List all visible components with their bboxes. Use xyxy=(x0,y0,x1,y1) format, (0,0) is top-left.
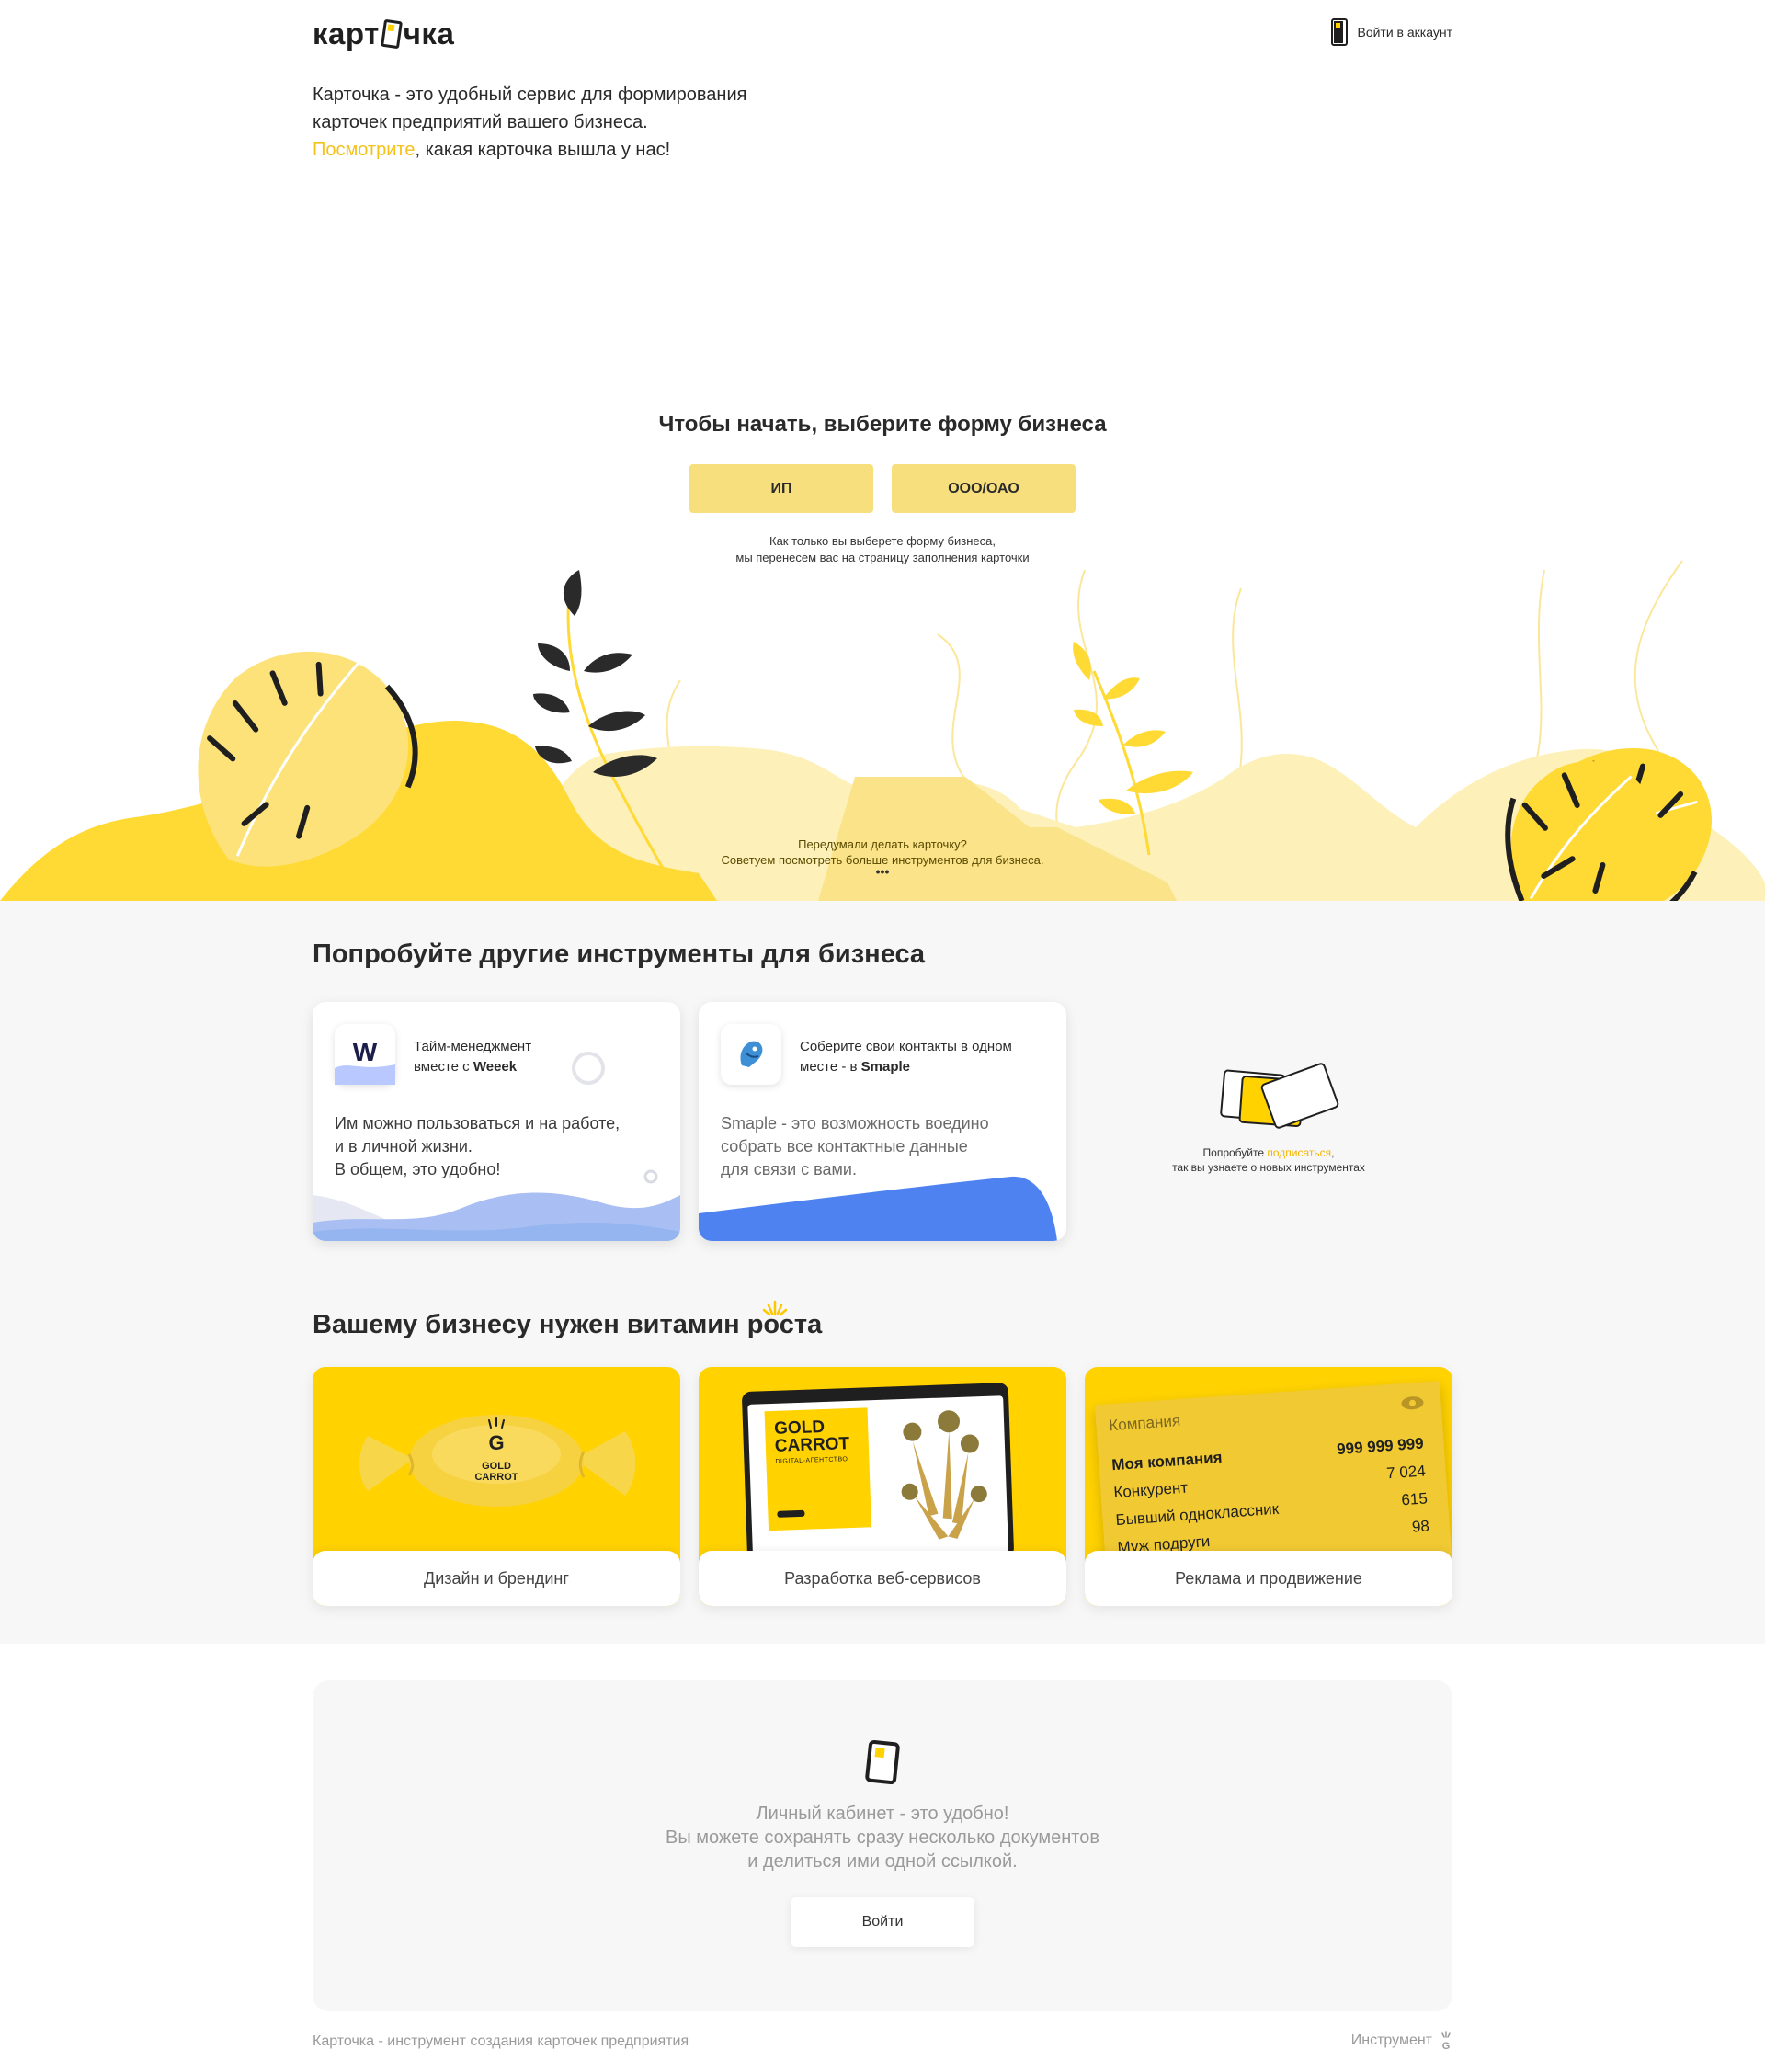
account-line-3: и делиться ими одной ссылкой. xyxy=(747,1851,1018,1872)
weeek-card[interactable]: W Тайм-менеджмент вместе с Weeek Им можн… xyxy=(313,1002,680,1241)
candy-illustration: G xyxy=(359,1415,636,1507)
login-button[interactable]: Войти xyxy=(791,1897,974,1947)
login-link[interactable]: Войти в аккаунт xyxy=(1331,18,1452,46)
smaple-heading: Соберите свои контакты в одном месте - в… xyxy=(800,1037,1057,1077)
rating-row-value: 98 xyxy=(1411,1517,1430,1536)
intro-line-1: Карточка - это удобный сервис для формир… xyxy=(313,85,747,105)
subscribe-line-2: так вы узнаете о новых инструментах xyxy=(1172,1161,1365,1174)
choose-title: Чтобы начать, выберите форму бизнеса xyxy=(658,412,1107,437)
rating-row-value: 615 xyxy=(1400,1489,1429,1509)
tools-title: Попробуйте другие инструменты для бизнес… xyxy=(313,939,926,969)
rating-table: Моя компания 999 999 999 Конкурент 7 024… xyxy=(1110,1430,1430,1562)
smaple-heading-line-2-text: месте - в xyxy=(800,1059,861,1075)
site-brand-sub: DIGITAL-АГЕНТСТВО xyxy=(775,1456,848,1465)
tool-logo-icon: G xyxy=(1441,2031,1451,2052)
rating-row-value: 7 024 xyxy=(1385,1462,1427,1483)
site-cta-button xyxy=(777,1509,805,1518)
header: карт чка Войти в аккаунт xyxy=(313,17,1452,53)
weeek-description-line-2: и в личной жизни. xyxy=(335,1137,473,1156)
smaple-description-line-1: Smaple - это возможность воедино xyxy=(721,1114,989,1133)
ooo-button[interactable]: ООО/ОАО xyxy=(892,464,1076,513)
candy-brand: GOLD CARROT xyxy=(460,1461,533,1483)
carrots-illustration xyxy=(901,1410,987,1540)
door-icon xyxy=(1331,18,1349,46)
vitamin-title-text: Вашему бизнесу нужен витамин роста xyxy=(313,1310,823,1339)
logo[interactable]: карт чка xyxy=(313,17,454,51)
vitamin-title: Вашему бизнесу нужен витамин роста xyxy=(313,1310,822,1340)
web-development-label: Разработка веб-сервисов xyxy=(699,1551,1066,1606)
page: карт чка Войти в аккаунт Карточка - это … xyxy=(0,0,1765,2072)
rating-header: Компания xyxy=(1108,1411,1181,1435)
sparkle-icon xyxy=(762,1300,788,1316)
smaple-card[interactable]: Соберите свои контакты в одном месте - в… xyxy=(699,1002,1066,1241)
subscribe-post: , xyxy=(1331,1146,1335,1159)
advertising-card[interactable]: Компания Моя компания 999 999 999 Конкур… xyxy=(1085,1367,1452,1606)
subscribe-teaser: Попробуйте подписаться, так вы узнаете о… xyxy=(1167,1062,1370,1175)
smaple-description-line-2: собрать все контактные данные xyxy=(721,1137,968,1156)
weeek-brand: Weeek xyxy=(473,1059,518,1075)
ip-button[interactable]: ИП xyxy=(689,464,873,513)
site-hero-block: GOLD CARROT DIGITAL-АГЕНТСТВО xyxy=(764,1407,871,1531)
candy-brand-1: GOLD xyxy=(482,1461,511,1472)
account-line-2: Вы можете сохранять сразу несколько доку… xyxy=(666,1827,1099,1848)
intro-text: Карточка - это удобный сервис для формир… xyxy=(313,81,827,164)
footer-description: Карточка - инструмент создания карточек … xyxy=(313,2033,689,2049)
eye-icon xyxy=(1401,1396,1424,1410)
weeek-heading-line-2-text: вместе с xyxy=(414,1059,473,1075)
footer-tool-link[interactable]: Инструмент G xyxy=(1351,2030,1452,2052)
laptop-screen: GOLD CARROT DIGITAL-АГЕНТСТВО xyxy=(747,1395,1009,1561)
site-brand-2: CARROT xyxy=(774,1434,850,1456)
weeek-heading-line-1: Тайм-менеджмент xyxy=(414,1039,532,1054)
card-icon xyxy=(865,1739,900,1785)
account-promo: Личный кабинет - это удобно! Вы можете с… xyxy=(313,1680,1452,2011)
laptop-frame: GOLD CARROT DIGITAL-АГЕНТСТВО xyxy=(741,1382,1015,1567)
subscribe-line-1: Попробуйте подписаться, xyxy=(1167,1145,1370,1160)
weeek-heading-line-2: вместе с Weeek xyxy=(414,1057,671,1077)
subscribe-link[interactable]: подписаться xyxy=(1267,1146,1331,1159)
cards-stack-icon xyxy=(1220,1063,1339,1129)
business-form-buttons: ИП ООО/ОАО xyxy=(689,464,1076,513)
svg-text:G: G xyxy=(488,1431,504,1454)
logo-text-left: карт xyxy=(313,17,380,51)
intro-line-3-rest: , какая карточка вышла у нас! xyxy=(415,140,671,160)
footer-tool-label: Инструмент xyxy=(1350,2032,1432,2048)
svg-text:G: G xyxy=(1442,2041,1451,2052)
account-text: Личный кабинет - это удобно! Вы можете с… xyxy=(313,1802,1452,1873)
advertising-label: Реклама и продвижение xyxy=(1085,1551,1452,1606)
logo-text-right: чка xyxy=(403,17,455,51)
circle-decor-icon xyxy=(572,1052,605,1085)
login-label: Войти в аккаунт xyxy=(1357,25,1452,40)
choose-note-line-1: Как только вы выберете форму бизнеса, xyxy=(769,534,996,548)
smaple-heading-line-1: Соберите свои контакты в одном xyxy=(800,1039,1012,1054)
subscribe-text: Попробуйте подписаться, так вы узнаете о… xyxy=(1167,1145,1370,1175)
intro-line-3: Посмотрите, какая карточка вышла у нас! xyxy=(313,136,827,164)
candy-brand-2: CARROT xyxy=(474,1472,518,1483)
account-line-1: Личный кабинет - это удобно! xyxy=(756,1804,1009,1824)
smaple-brand: Smaple xyxy=(860,1059,911,1075)
web-development-card[interactable]: GOLD CARROT DIGITAL-АГЕНТСТВО Разработка… xyxy=(699,1367,1066,1606)
weeek-heading: Тайм-менеджмент вместе с Weeek xyxy=(414,1037,671,1077)
weeek-description-line-1: Им можно пользоваться и на работе, xyxy=(335,1114,621,1133)
view-example-link[interactable]: Посмотрите xyxy=(313,140,415,160)
smaple-heading-line-2: месте - в Smaple xyxy=(800,1057,1057,1077)
svg-text:W: W xyxy=(353,1038,378,1066)
intro-line-2: карточек предприятий вашего бизнеса. xyxy=(313,112,648,132)
smaple-icon xyxy=(721,1024,781,1085)
changed-mind: Передумали делать карточку? Советуем пос… xyxy=(0,837,1765,878)
design-branding-card[interactable]: G GOLD CARROT Дизайн и брендинг xyxy=(313,1367,680,1606)
scroll-dots-icon[interactable]: ••• xyxy=(0,865,1765,878)
changed-mind-line-1: Передумали делать карточку? xyxy=(798,837,967,851)
logo-card-icon xyxy=(380,18,403,50)
subscribe-pre: Попробуйте xyxy=(1202,1146,1268,1159)
weeek-wave xyxy=(313,1192,680,1241)
design-branding-label: Дизайн и брендинг xyxy=(313,1551,680,1606)
weeek-icon: W xyxy=(335,1024,395,1085)
smaple-wave xyxy=(699,1176,1057,1241)
